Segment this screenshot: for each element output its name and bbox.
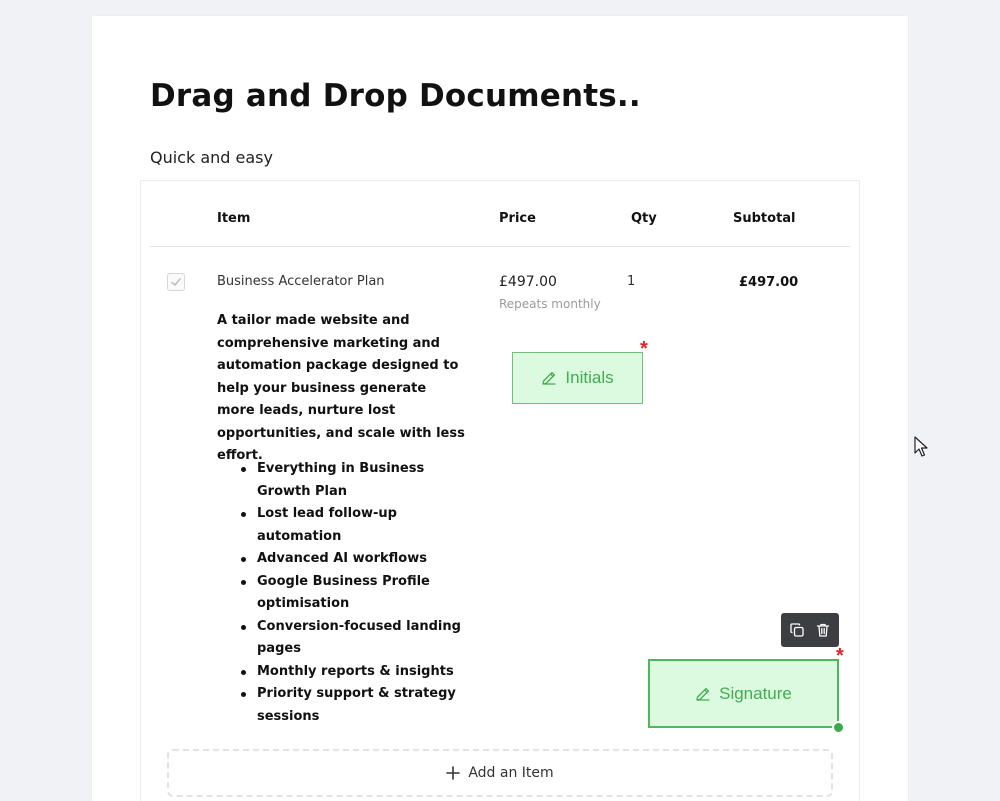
initials-field[interactable]: Initials xyxy=(512,352,643,404)
list-item: Advanced AI workflows xyxy=(217,548,467,571)
add-item-label: Add an Item xyxy=(468,765,554,781)
column-header-qty: Qty xyxy=(631,211,657,226)
list-item: Everything in Business Growth Plan xyxy=(217,458,467,503)
row-checkbox[interactable] xyxy=(167,273,185,291)
duplicate-button[interactable] xyxy=(788,621,806,639)
signature-label: Signature xyxy=(719,683,792,703)
list-item: Lost lead follow-up automation xyxy=(217,503,467,548)
column-header-price: Price xyxy=(499,211,536,226)
list-item: Google Business Profile optimisation xyxy=(217,571,467,616)
initials-required-mark: * xyxy=(640,338,648,360)
delete-button[interactable] xyxy=(814,621,832,639)
item-name: Business Accelerator Plan xyxy=(217,274,385,289)
list-item: Priority support & strategy sessions xyxy=(217,683,467,728)
mouse-cursor-icon xyxy=(914,436,928,457)
item-qty: 1 xyxy=(627,274,636,289)
check-icon xyxy=(171,278,181,286)
list-item: Monthly reports & insights xyxy=(217,661,467,684)
add-item-button[interactable]: Add an Item xyxy=(167,749,833,797)
list-item: Conversion-focused landing pages xyxy=(217,616,467,661)
price-recurrence: Repeats monthly xyxy=(499,297,601,311)
resize-handle[interactable] xyxy=(832,721,845,734)
pen-icon xyxy=(696,687,710,701)
initials-label: Initials xyxy=(565,368,614,387)
item-subtotal: £497.00 xyxy=(739,275,799,290)
plus-icon xyxy=(446,766,461,780)
copy-icon xyxy=(790,623,804,637)
pen-icon xyxy=(542,371,557,385)
column-header-item: Item xyxy=(217,211,251,226)
document-title: Drag and Drop Documents.. xyxy=(150,78,641,114)
document-subtitle: Quick and easy xyxy=(150,148,273,167)
item-price: £497.00 xyxy=(499,274,557,290)
field-toolbar xyxy=(781,613,839,647)
feature-list: Everything in Business Growth Plan Lost … xyxy=(217,458,467,728)
column-header-subtotal: Subtotal xyxy=(733,211,796,226)
signature-required-mark: * xyxy=(836,645,844,667)
header-divider xyxy=(150,246,850,247)
signature-field[interactable]: Signature xyxy=(648,659,839,728)
trash-icon xyxy=(816,623,830,637)
item-description: A tailor made website and comprehensive … xyxy=(217,313,465,463)
